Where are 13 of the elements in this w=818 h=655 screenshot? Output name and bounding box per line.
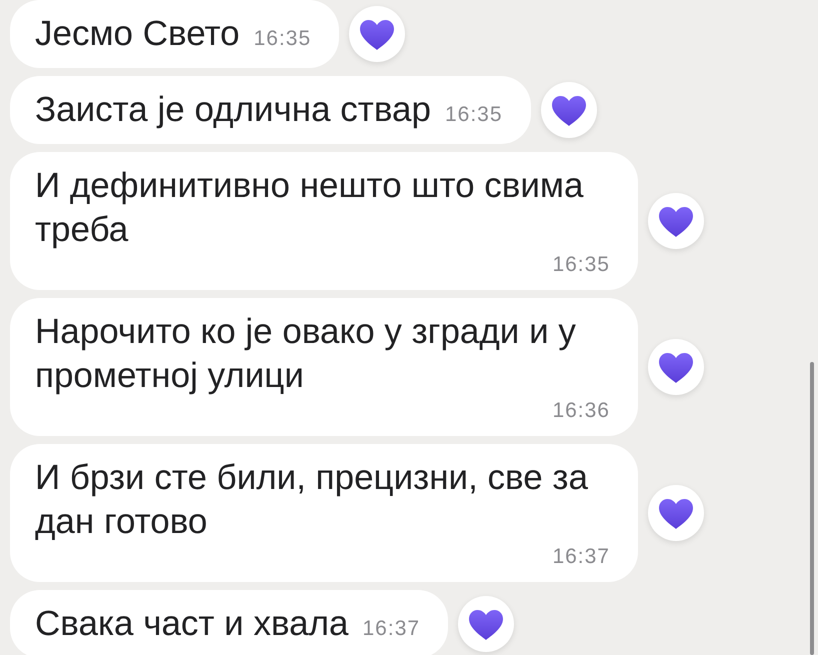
- message-text: И дефинитивно нешто што свима треба: [35, 165, 584, 251]
- message-text: Заиста је одлична ствар: [35, 89, 431, 131]
- message-time: 16:36: [552, 398, 610, 424]
- scrollbar[interactable]: [810, 362, 814, 655]
- message-time: 16:35: [254, 26, 312, 52]
- message-text: И брзи сте били, прецизни, све за дан готово: [35, 457, 589, 543]
- message-time: 16:35: [552, 252, 610, 278]
- message-time: 16:37: [552, 544, 610, 570]
- message-time: 16:35: [444, 102, 503, 128]
- message-text: Јесмо Свето: [35, 13, 240, 55]
- message-text: Свака част и хвала: [35, 603, 348, 645]
- message-time: 16:37: [362, 616, 420, 642]
- message-text: Нарочито ко је овако у згради и у прометној улици: [35, 311, 577, 397]
